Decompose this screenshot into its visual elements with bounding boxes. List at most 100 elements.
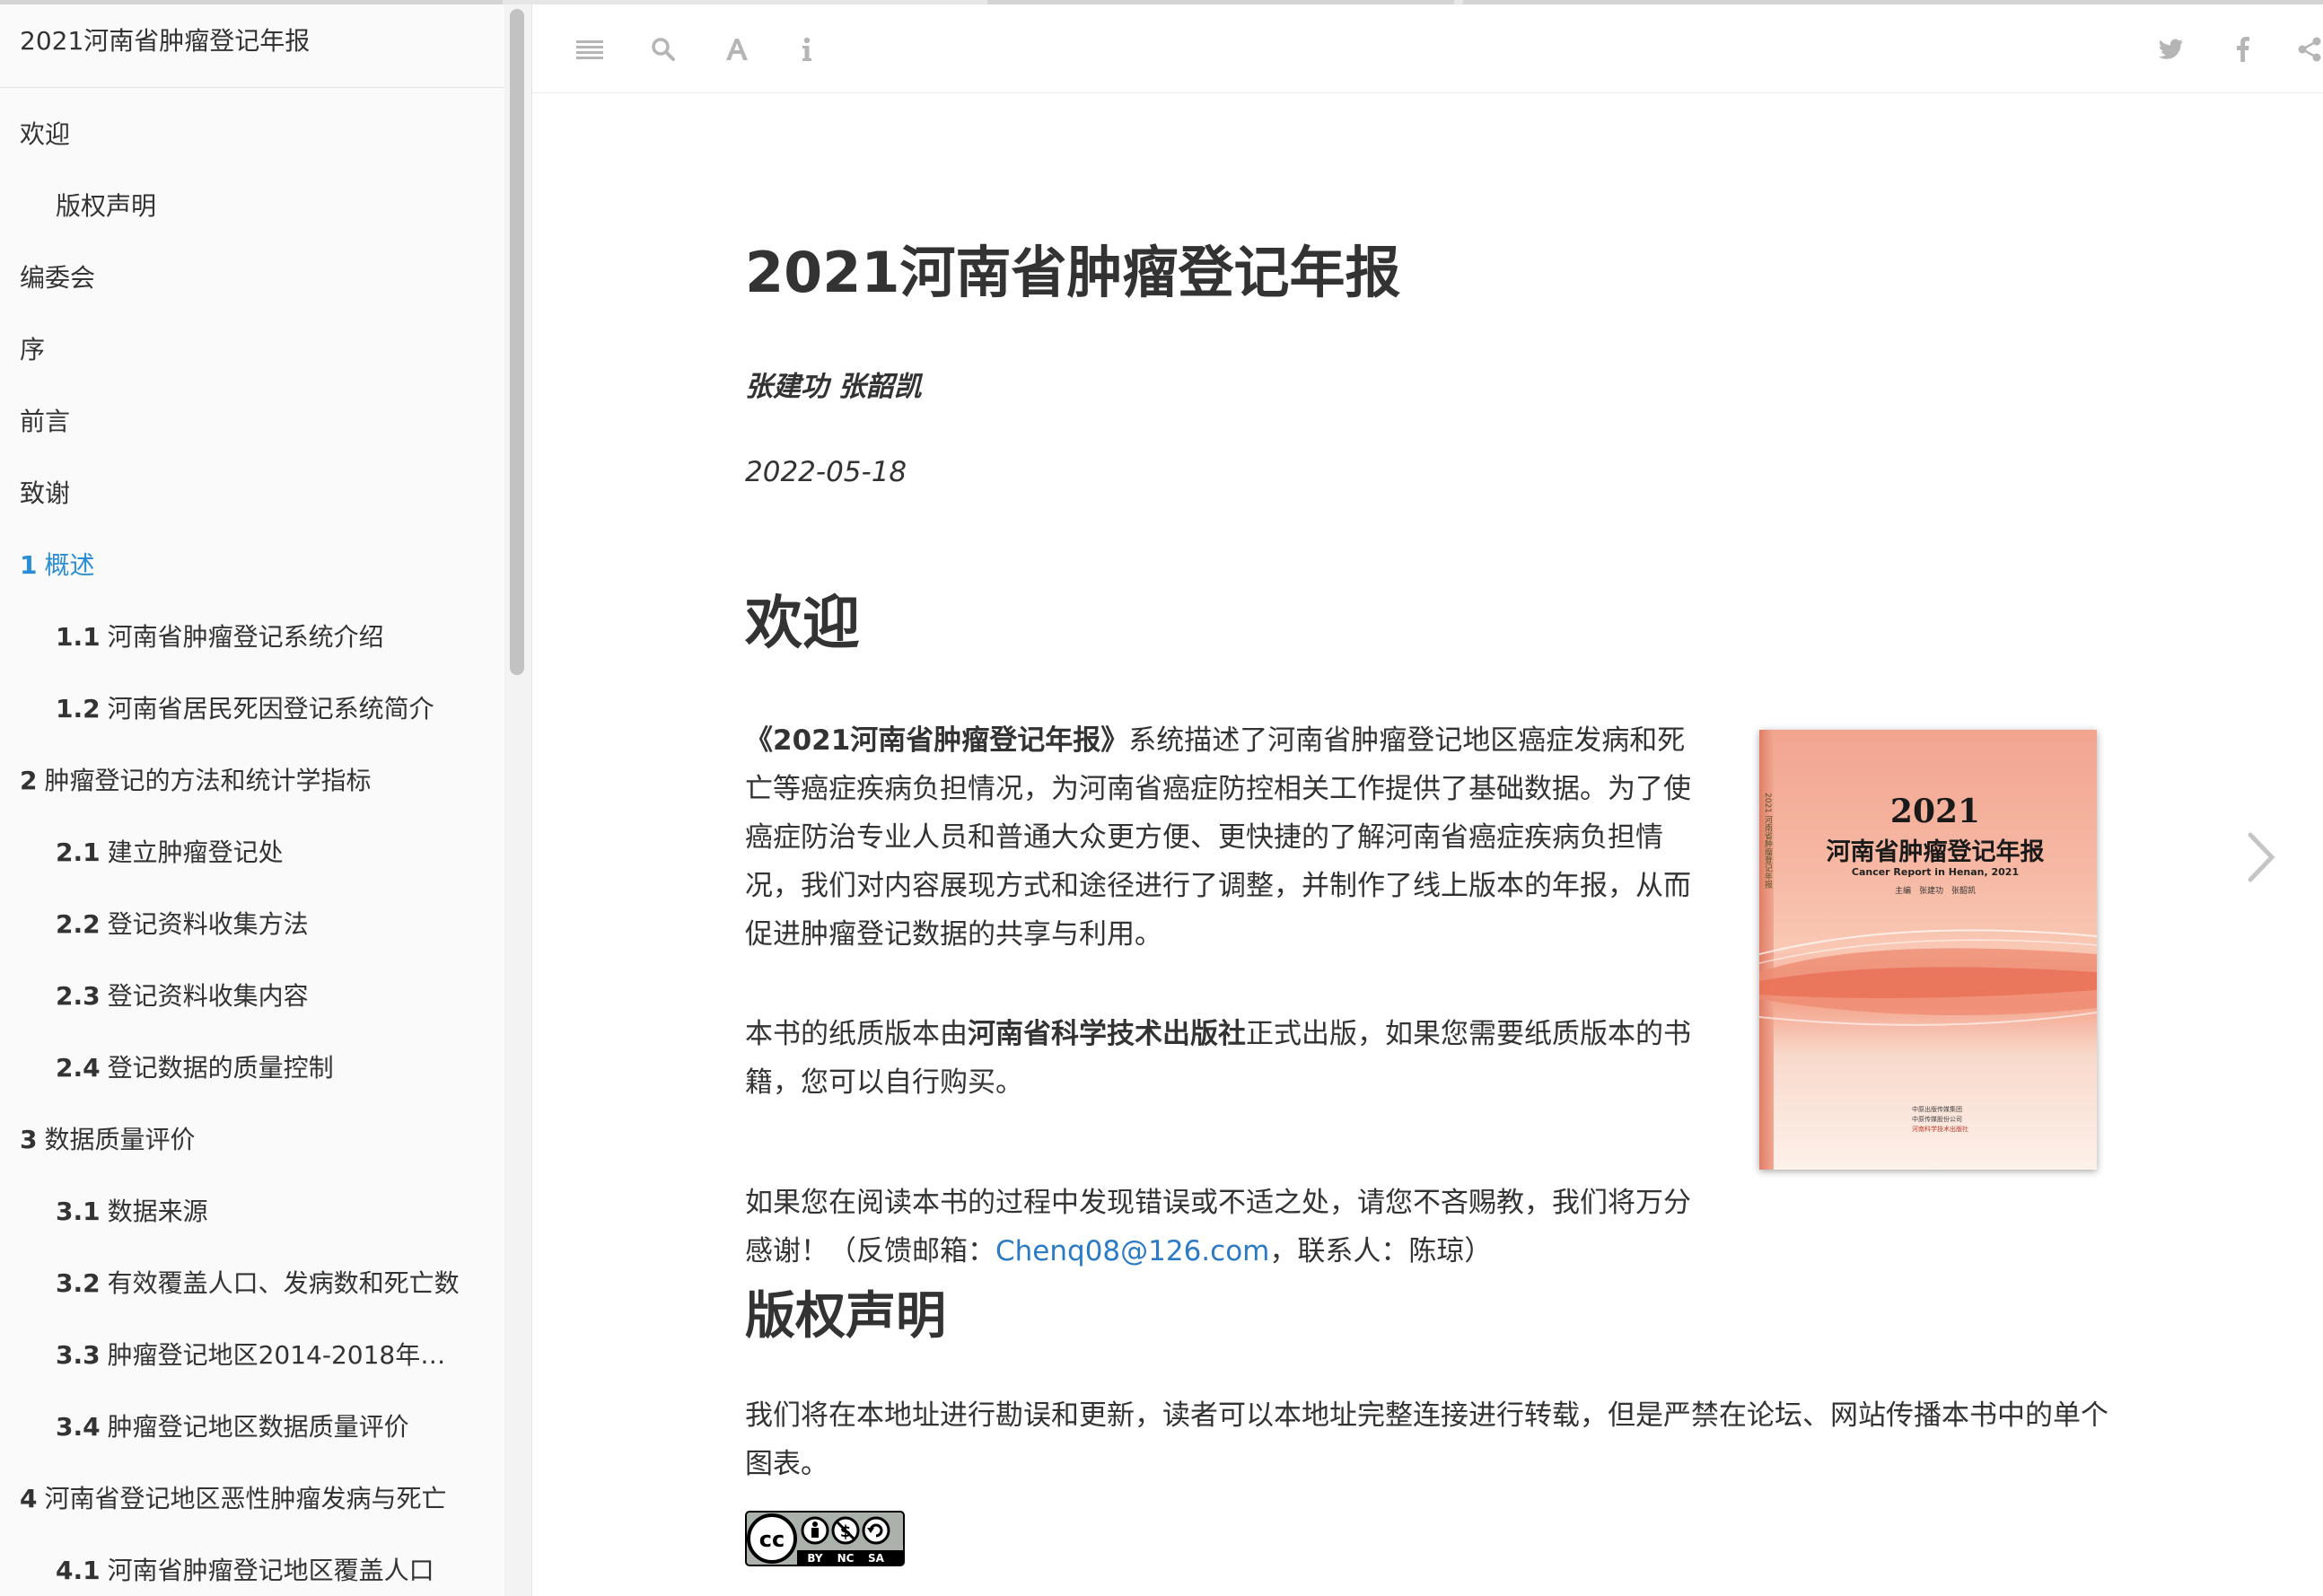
toc-item[interactable]: 4.1 河南省肿瘤登记地区覆盖人口 [0,1535,504,1596]
toc-item-label: 建立肿瘤登记处 [107,837,284,867]
cover-publisher: 中原出版传媒集团 中原传媒股份公司 河南科学技术出版社 [1912,1105,2082,1135]
toc-item-label: 肿瘤登记地区2014-2018年癌… [107,1340,471,1370]
toc-item-number: 2.1 [56,837,101,867]
toc-item[interactable]: 3.2 有效覆盖人口、发病数和死亡数 [0,1248,504,1320]
toc-item-label: 河南省肿瘤登记地区覆盖人口 [107,1556,434,1585]
toc-item[interactable]: 1.2 河南省居民死因登记系统简介 [0,673,504,745]
toc-item-number: 3.4 [56,1412,101,1442]
twitter-icon[interactable] [2153,31,2189,67]
toc-item-label: 登记数据的质量控制 [107,1053,334,1083]
book-name-bold: 《2021河南省肿瘤登记年报》 [745,724,1129,757]
toc-item-number: 3 [20,1125,38,1154]
toc-item-label: 版权声明 [56,191,157,221]
toc-item[interactable]: 3 数据质量评价 [0,1104,504,1176]
feedback-paragraph: 如果您在阅读本书的过程中发现错误或不适之处，请您不吝赐教，我们将万分感谢！（反馈… [745,1179,1705,1276]
sharealike-icon [862,1516,890,1545]
toc-item-number: 1.1 [56,622,101,652]
cover-publisher-line: 河南科学技术出版社 [1912,1126,1968,1133]
cover-authors: 主编 张建功 张韶凯 [1894,887,1976,896]
toc-item[interactable]: 编委会 [0,242,504,314]
toc-item-number: 2.4 [56,1053,101,1083]
toc-sidebar: 2021河南省肿瘤登记年报 欢迎 版权声明 编委会序前言 致谢 1 概述 1.1 河南省肿瘤登… [0,4,505,1596]
toc-item-number: 3.3 [56,1340,101,1370]
menu-icon[interactable] [572,31,608,67]
toc-item-label: 河南省登记地区恶性肿瘤发病与死亡 [44,1484,447,1513]
toc-item-number: 2.2 [56,909,101,939]
toc-item[interactable]: 致谢 [0,458,504,530]
sidebar-scrollbar-thumb[interactable] [510,9,524,675]
facebook-icon[interactable] [2225,31,2261,67]
toc-item-label: 序 [20,335,46,364]
toc-item[interactable]: 2 肿瘤登记的方法和统计学指标 [0,745,504,817]
welcome-heading: 欢迎 [745,591,860,657]
toc-item-label: 数据来源 [107,1197,208,1226]
toc-item[interactable]: 2.4 登记数据的质量控制 [0,1032,504,1104]
toc-item-label: 肿瘤登记地区数据质量评价 [107,1412,409,1442]
svg-text:SA: SA [868,1552,885,1565]
svg-text:NC: NC [837,1552,855,1565]
toc-item-number: 1.2 [56,694,101,723]
intro-paragraph: 《2021河南省肿瘤登记年报》系统描述了河南省肿瘤登记地区癌症发病和死亡等癌症疾… [745,716,1705,959]
toc-item-label: 概述 [44,550,95,580]
intro-text: 系统描述了河南省肿瘤登记地区癌症发病和死亡等癌症疾病负担情况，为河南省癌症防控相… [745,724,1691,951]
toc-item[interactable]: 1 概述 [0,530,504,601]
cc-license-badge[interactable]: cc $ BY NC SA [745,1511,905,1566]
cover-title: 河南省肿瘤登记年报 [1826,838,2045,866]
book-cover-image: 2021 河南省肿瘤登记年报 2021 河南省肿瘤登记年报 Cancer Rep… [1759,730,2097,1170]
toc-item-label: 编委会 [20,263,96,293]
cover-subtitle: Cancer Report in Henan, 2021 [1851,866,2020,878]
toc-item-number: 4 [20,1484,38,1513]
toc-item-label: 有效覆盖人口、发病数和死亡数 [107,1268,460,1298]
toc-item[interactable]: 4 河南省登记地区恶性肿瘤发病与死亡 [0,1463,504,1535]
toc-item-label: 数据质量评价 [44,1125,196,1154]
toc-item[interactable]: 3.4 肿瘤登记地区数据质量评价 [0,1391,504,1463]
toc-item-number: 1 [20,550,38,580]
sidebar-book-title[interactable]: 2021河南省肿瘤登记年报 [0,4,504,88]
toc-item[interactable]: 欢迎 [0,99,504,171]
svg-text:cc: cc [759,1527,785,1552]
toc-item-label: 致谢 [20,478,71,508]
info-icon[interactable] [789,31,825,67]
toc-item[interactable]: 2.2 登记资料收集方法 [0,889,504,960]
toc-item[interactable]: 前言 [0,386,504,458]
toc-item-number: 3.1 [56,1197,101,1226]
next-page-chevron-icon[interactable] [2240,826,2284,889]
copyright-heading: 版权声明 [745,1287,946,1346]
book-authors: 张建功 张韶凯 [745,371,922,403]
search-icon[interactable] [645,31,681,67]
toc-item-label: 河南省肿瘤登记系统介绍 [107,622,384,652]
toc-item[interactable]: 序 [0,314,504,386]
toc-item[interactable]: 1.1 河南省肿瘤登记系统介绍 [0,601,504,673]
toc-item[interactable]: 2.1 建立肿瘤登记处 [0,817,504,889]
share-icon[interactable] [2292,31,2323,67]
cover-spine-text: 2021 河南省肿瘤登记年报 [1763,793,1772,889]
toc-item[interactable]: 3.3 肿瘤登记地区2014-2018年癌… [0,1320,504,1391]
toc-item-number: 2.3 [56,981,101,1011]
toc-item[interactable]: 版权声明 [0,171,504,242]
toc-item-label: 登记资料收集内容 [107,981,309,1011]
cover-wave-graphic [1759,929,2097,1026]
cover-year: 2021 [1889,793,1981,830]
toc-item-number: 4.1 [56,1556,101,1585]
cover-publisher-line: 中原出版传媒集团 [1912,1106,1962,1113]
cover-publisher-line: 中原传媒股份公司 [1912,1116,1962,1123]
toc-item-number: 3.2 [56,1268,101,1298]
toc-item-label: 肿瘤登记的方法和统计学指标 [44,766,372,795]
print-edition-pre: 本书的纸质版本由 [745,1018,968,1050]
feedback-post: ，联系人：陈琼） [1269,1235,1493,1267]
toc-item-label: 河南省居民死因登记系统简介 [107,694,434,723]
svg-text:BY: BY [807,1552,822,1565]
feedback-email-link[interactable]: Chenq08@126.com [995,1235,1269,1267]
toc-item[interactable]: 3.1 数据来源 [0,1176,504,1248]
toc-item[interactable]: 2.3 登记资料收集内容 [0,960,504,1032]
print-edition-paragraph: 本书的纸质版本由河南省科学技术出版社正式出版，如果您需要纸质版本的书籍，您可以自… [745,1010,1705,1107]
book-toolbar [532,4,2323,93]
font-settings-icon[interactable] [719,31,755,67]
toc-item-label: 欢迎 [20,119,71,149]
toc-item-label: 前言 [20,407,71,436]
copyright-paragraph: 我们将在本地址进行勘误和更新，读者可以本地址完整连接进行转载，但是严禁在论坛、网… [745,1399,2108,1480]
page-title: 2021河南省肿瘤登记年报 [745,240,1401,305]
toc-item-number: 2 [20,766,38,795]
toc-item-label: 登记资料收集方法 [107,909,309,939]
publish-date: 2022-05-18 [745,456,907,488]
